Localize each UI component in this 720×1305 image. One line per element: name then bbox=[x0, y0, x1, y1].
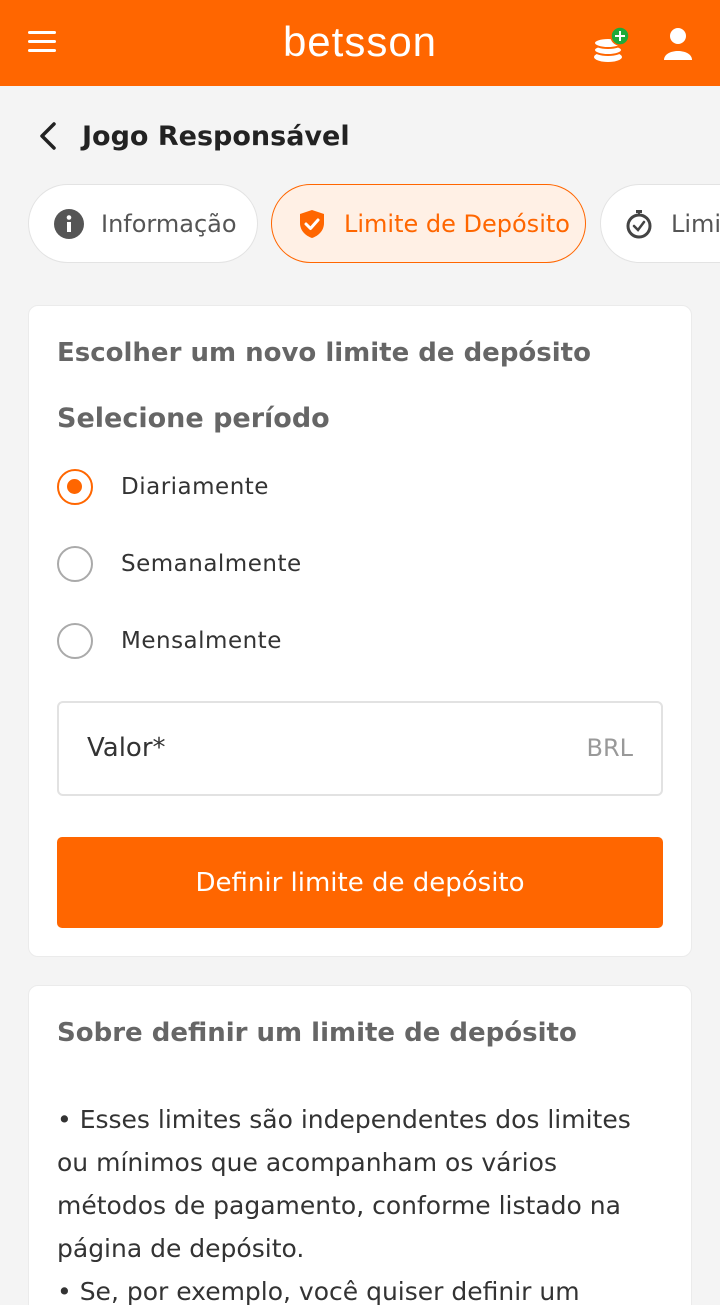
radio-label: Diariamente bbox=[121, 474, 269, 500]
about-text: • Esses limites são independentes dos li… bbox=[57, 1098, 657, 1305]
radio-monthly[interactable]: Mensalmente bbox=[57, 623, 282, 659]
radio-daily[interactable]: Diariamente bbox=[57, 469, 269, 505]
tab-label: Informação bbox=[101, 209, 237, 238]
page-header: Jogo Responsável bbox=[36, 112, 350, 160]
currency-suffix: BRL bbox=[586, 734, 633, 762]
tab-informacao[interactable]: Informação bbox=[28, 184, 258, 263]
user-icon[interactable] bbox=[662, 26, 694, 62]
radio-weekly[interactable]: Semanalmente bbox=[57, 546, 302, 582]
page-title: Jogo Responsável bbox=[82, 120, 350, 152]
tab-limite-de-deposito[interactable]: Limite de Depósito bbox=[271, 184, 586, 263]
radio-label: Semanalmente bbox=[121, 551, 302, 577]
info-icon bbox=[54, 208, 84, 239]
amount-input[interactable]: Valor* BRL bbox=[57, 701, 663, 796]
set-deposit-limit-button[interactable]: Definir limite de depósito bbox=[57, 837, 663, 928]
shield-icon bbox=[300, 209, 324, 238]
tab-label: Limi bbox=[671, 209, 720, 238]
deposit-limit-card: Escolher um novo limite de depósito Sele… bbox=[28, 305, 692, 957]
radio-button[interactable] bbox=[57, 546, 93, 582]
radio-label: Mensalmente bbox=[121, 628, 282, 654]
coins-add-icon[interactable] bbox=[590, 26, 634, 66]
tab-label: Limite de Depósito bbox=[344, 209, 570, 238]
about-paragraph: • Se, por exemplo, você quiser definir u… bbox=[57, 1277, 580, 1305]
tab-limite-tempo[interactable]: Limi bbox=[600, 184, 720, 263]
chevron-left-icon[interactable] bbox=[36, 119, 62, 153]
amount-label: Valor* bbox=[87, 733, 166, 763]
about-deposit-limit-card: Sobre definir um limite de depósito • Es… bbox=[28, 985, 692, 1305]
radio-button[interactable] bbox=[57, 623, 93, 659]
about-paragraph: • Esses limites são independentes dos li… bbox=[57, 1105, 631, 1263]
stopwatch-icon bbox=[626, 209, 652, 238]
radio-button-checked[interactable] bbox=[57, 469, 93, 505]
period-label: Selecione período bbox=[57, 403, 330, 434]
top-bar: betsson bbox=[0, 0, 720, 86]
form-title: Escolher um novo limite de depósito bbox=[57, 338, 591, 368]
about-title: Sobre definir um limite de depósito bbox=[57, 1018, 577, 1048]
tab-bar: Informação Limite de Depósito Limi bbox=[28, 184, 720, 264]
